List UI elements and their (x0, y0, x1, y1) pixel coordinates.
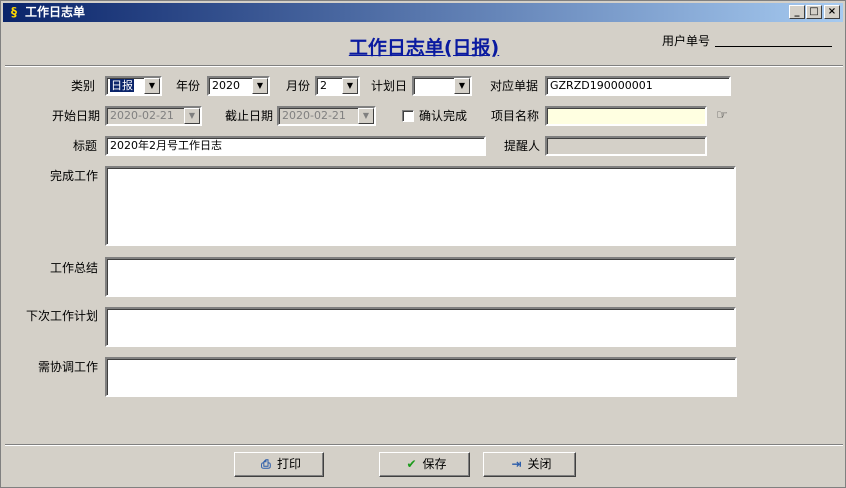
close-icon[interactable]: × (824, 5, 840, 19)
dropdown-arrow-icon[interactable]: ▼ (144, 78, 160, 94)
category-value: 日报 (110, 79, 134, 92)
month-select[interactable]: 2 ▼ (315, 76, 360, 96)
app-icon: § (11, 5, 17, 19)
main-window: § 工作日志单 _ □ × 工作日志单(日报) 用户单号 类别 日报 ▼ 年份 … (0, 0, 846, 488)
title-bar: § 工作日志单 _ □ × (3, 3, 843, 22)
plan-day-select[interactable]: ▼ (412, 76, 472, 96)
end-date-label: 截止日期 (225, 109, 274, 123)
close-button[interactable]: ⇥ 关闭 (483, 452, 576, 477)
ref-no-field[interactable]: GZRZD190000001 (545, 76, 731, 96)
completed-work-label: 完成工作 (50, 169, 99, 183)
year-select[interactable]: 2020 ▼ (207, 76, 270, 96)
end-date-value: 2020-02-21 (282, 109, 346, 122)
confirm-checkbox[interactable] (402, 110, 414, 122)
work-summary-label: 工作总结 (50, 261, 99, 275)
minimize-icon[interactable]: _ (789, 5, 805, 19)
maximize-icon[interactable]: □ (806, 5, 822, 19)
checkmark-icon: ✔ (406, 457, 417, 471)
year-label: 年份 (176, 79, 201, 93)
form-header: 工作日志单(日报) 用户单号 (5, 24, 843, 66)
month-value: 2 (320, 79, 327, 92)
category-select[interactable]: 日报 ▼ (105, 76, 162, 96)
end-date-picker[interactable]: 2020-02-21 ▼ (277, 106, 376, 126)
window-title: 工作日志单 (25, 5, 86, 19)
ref-no-label: 对应单据 (490, 79, 539, 93)
title-label: 标题 (73, 139, 98, 153)
dropdown-arrow-icon[interactable]: ▼ (184, 108, 200, 124)
printer-icon: ⎙ (261, 457, 271, 471)
month-label: 月份 (286, 79, 311, 93)
next-plan-textarea[interactable] (105, 307, 736, 347)
close-button-label: 关闭 (527, 457, 552, 471)
print-button[interactable]: ⎙ 打印 (234, 452, 324, 477)
dropdown-arrow-icon[interactable]: ▼ (358, 108, 374, 124)
year-value: 2020 (212, 79, 240, 92)
print-button-label: 打印 (276, 457, 301, 471)
reminder-field[interactable] (545, 136, 707, 156)
reminder-label: 提醒人 (504, 139, 541, 153)
save-button-label: 保存 (422, 457, 447, 471)
lookup-icon[interactable]: ☞ (713, 109, 731, 123)
title-field[interactable]: 2020年2月号工作日志 (105, 136, 486, 156)
next-plan-label: 下次工作计划 (26, 309, 99, 323)
coordination-label: 需协调工作 (38, 360, 99, 374)
dropdown-arrow-icon[interactable]: ▼ (342, 78, 358, 94)
exit-icon: ⇥ (511, 457, 522, 471)
project-field[interactable] (545, 106, 707, 126)
start-date-picker[interactable]: 2020-02-21 ▼ (105, 106, 202, 126)
confirm-label: 确认完成 (419, 109, 468, 123)
start-date-value: 2020-02-21 (110, 109, 174, 122)
start-date-label: 开始日期 (52, 109, 101, 123)
work-summary-textarea[interactable] (105, 257, 736, 297)
plan-day-label: 计划日 (371, 79, 408, 93)
completed-work-textarea[interactable] (105, 166, 736, 246)
dropdown-arrow-icon[interactable]: ▼ (252, 78, 268, 94)
user-no-label: 用户单号 (662, 34, 711, 48)
dropdown-arrow-icon[interactable]: ▼ (454, 78, 470, 94)
coordination-textarea[interactable] (105, 357, 737, 397)
category-label: 类别 (71, 79, 96, 93)
save-button[interactable]: ✔ 保存 (379, 452, 470, 477)
user-no-field[interactable] (715, 46, 832, 47)
project-label: 项目名称 (491, 109, 540, 123)
